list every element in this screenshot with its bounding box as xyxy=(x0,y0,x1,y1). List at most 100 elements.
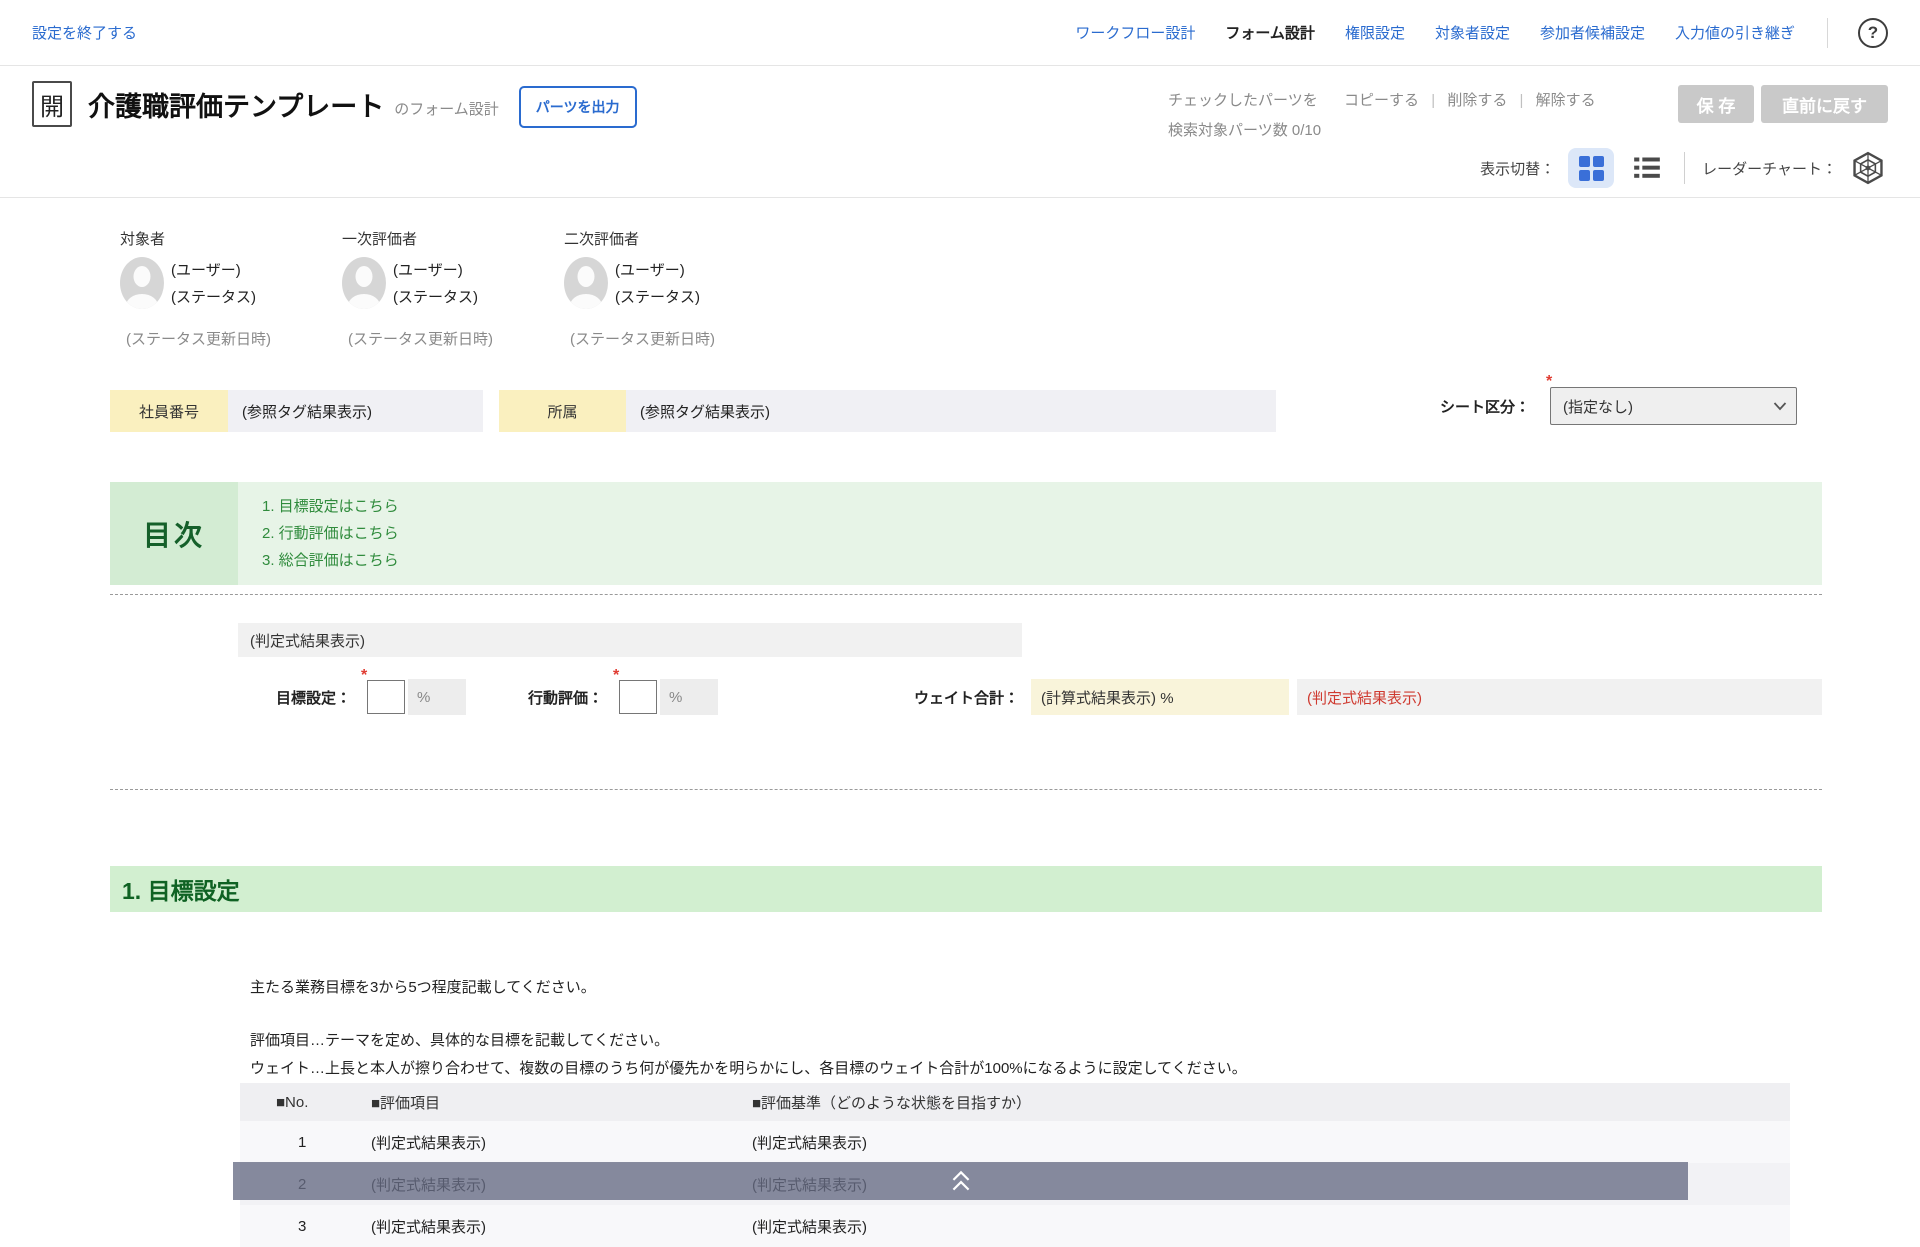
divider xyxy=(1827,18,1828,48)
help-icon[interactable]: ? xyxy=(1858,18,1888,48)
table-row: 3 (判定式結果表示) (判定式結果表示) xyxy=(240,1205,1790,1247)
guideline-line1: 評価項目…テーマを定め、具体的な目標を記載してください。 xyxy=(250,1032,669,1049)
divider xyxy=(1684,152,1685,184)
checked-parts-actions: チェックしたパーツを コピーする | 削除する | 解除する xyxy=(1168,86,1596,116)
weight-summary-row: 目標設定： * % 行動評価： * % ウェイト合計： (計算式結果表示) % … xyxy=(276,675,1822,719)
goal-setting-label: 目標設定： xyxy=(276,687,351,708)
top-bar: 設定を終了する ワークフロー設計 フォーム設計 権限設定 対象者設定 参加者候補… xyxy=(0,0,1920,66)
participant-role: 二次評価者 xyxy=(564,228,786,249)
toc-links: 1. 目標設定はこちら 2. 行動評価はこちら 3. 総合評価はこちら xyxy=(238,482,1822,585)
checked-parts-block: チェックしたパーツを コピーする | 削除する | 解除する 検索対象パーツ数 … xyxy=(1168,86,1596,146)
toc-link-goal-setting[interactable]: 1. 目標設定はこちら xyxy=(262,493,1798,520)
page-title: 介護職評価テンプレート xyxy=(88,85,384,124)
weight-check-display: (判定式結果表示) xyxy=(1297,679,1822,715)
participant-first-evaluator: 一次評価者 (ユーザー) (ステータス) (ステータス更新日時) xyxy=(342,228,564,349)
view-options-row: 表示切替： レーダーチャート： xyxy=(1480,148,1886,188)
formula-result-display: (判定式結果表示) xyxy=(238,623,1022,657)
sheet-type-group: シート区分： * (指定なし) xyxy=(1440,387,1797,425)
participant-status: (ステータス) xyxy=(615,284,700,311)
row-criteria: (判定式結果表示) xyxy=(752,1132,1790,1153)
participant-target: 対象者 (ユーザー) (ステータス) (ステータス更新日時) xyxy=(120,228,342,349)
col-header-item: ■評価項目 xyxy=(371,1092,752,1113)
participant-second-evaluator: 二次評価者 (ユーザー) (ステータス) (ステータス更新日時) xyxy=(564,228,786,349)
sheet-type-label: シート区分： xyxy=(1440,396,1530,417)
page-subtitle: のフォーム設計 xyxy=(394,98,499,119)
chevron-down-icon xyxy=(1773,401,1787,411)
participant-user: (ユーザー) xyxy=(393,257,478,284)
list-view-button[interactable] xyxy=(1627,148,1667,188)
sheet-type-selected-value: (指定なし) xyxy=(1563,396,1633,417)
copy-parts-link[interactable]: コピーする xyxy=(1344,92,1419,109)
department-label: 所属 xyxy=(499,390,626,432)
reference-fields-row: 社員番号 (参照タグ結果表示) 所属 (参照タグ結果表示) シート区分： * (… xyxy=(110,390,1920,432)
participant-status: (ステータス) xyxy=(393,284,478,311)
goal-setting-percent-input[interactable] xyxy=(367,680,405,714)
radar-chart-label: レーダーチャート： xyxy=(1702,158,1837,179)
section1-guidelines: 評価項目…テーマを定め、具体的な目標を記載してください。 ウェイト…上長と本人が… xyxy=(250,1027,1920,1083)
form-design-toolbar: 開 介護職評価テンプレート のフォーム設計 パーツを出力 チェックしたパーツを … xyxy=(0,66,1920,198)
header-buttons: 保 存 直前に戻す xyxy=(1678,85,1888,123)
col-header-no: ■No. xyxy=(240,1094,371,1111)
employee-no-label: 社員番号 xyxy=(110,390,228,432)
revert-button[interactable]: 直前に戻す xyxy=(1761,85,1888,123)
participant-role: 一次評価者 xyxy=(342,228,564,249)
title-group: 開 介護職評価テンプレート のフォーム設計 パーツを出力 xyxy=(32,66,1888,128)
col-header-criteria: ■評価基準（どのような状態を目指すか） xyxy=(752,1092,1790,1113)
sheet-type-select[interactable]: (指定なし) xyxy=(1550,387,1797,425)
search-parts-count: 検索対象パーツ数 0/10 xyxy=(1168,116,1596,146)
bottom-overlay-bar xyxy=(233,1162,1688,1200)
nav-form-design[interactable]: フォーム設計 xyxy=(1225,22,1315,43)
view-toggle-label: 表示切替： xyxy=(1480,158,1555,179)
behavior-eval-label: 行動評価： xyxy=(528,687,603,708)
exit-settings-link[interactable]: 設定を終了する xyxy=(32,22,137,43)
toc-section: 目次 1. 目標設定はこちら 2. 行動評価はこちら 3. 総合評価はこちら xyxy=(110,482,1822,585)
avatar-icon xyxy=(342,257,386,309)
goal-table-header: ■No. ■評価項目 ■評価基準（どのような状態を目指すか） xyxy=(240,1083,1790,1121)
employee-no-value: (参照タグ結果表示) xyxy=(228,390,483,432)
weight-total-label: ウェイト合計： xyxy=(914,687,1019,708)
section1-intro: 主たる業務目標を3から5つ程度記載してください。 xyxy=(250,976,1920,997)
dashed-divider xyxy=(110,789,1822,790)
save-button[interactable]: 保 存 xyxy=(1678,85,1754,123)
participant-user: (ユーザー) xyxy=(171,257,256,284)
participants-row: 対象者 (ユーザー) (ステータス) (ステータス更新日時) 一次評価者 (ユー… xyxy=(120,228,1920,349)
export-parts-button[interactable]: パーツを出力 xyxy=(519,86,637,128)
nav-workflow-design[interactable]: ワークフロー設計 xyxy=(1075,22,1195,43)
nav-permission-settings[interactable]: 権限設定 xyxy=(1345,22,1405,43)
required-asterisk-icon: * xyxy=(361,667,367,685)
nav-participant-candidate-settings[interactable]: 参加者候補設定 xyxy=(1540,22,1645,43)
participant-status-updated: (ステータス更新日時) xyxy=(342,328,564,349)
status-badge-open: 開 xyxy=(32,81,72,127)
dashed-divider xyxy=(110,594,1822,595)
nav-input-carryover[interactable]: 入力値の引き継ぎ xyxy=(1675,22,1795,43)
list-icon xyxy=(1633,155,1661,181)
department-value: (参照タグ結果表示) xyxy=(626,390,1276,432)
section1-heading: 1. 目標設定 xyxy=(110,866,1822,912)
participant-user: (ユーザー) xyxy=(615,257,700,284)
grid-icon xyxy=(1579,156,1604,181)
release-parts-link[interactable]: 解除する xyxy=(1536,92,1596,109)
participant-status: (ステータス) xyxy=(171,284,256,311)
top-nav: ワークフロー設計 フォーム設計 権限設定 対象者設定 参加者候補設定 入力値の引… xyxy=(1075,18,1888,48)
delete-parts-link[interactable]: 削除する xyxy=(1447,92,1507,109)
guideline-line2: ウェイト…上長と本人が擦り合わせて、複数の目標のうち何が優先かを明らかにし、各目… xyxy=(250,1060,1247,1077)
behavior-eval-percent-input[interactable] xyxy=(619,680,657,714)
radar-chart-icon xyxy=(1851,151,1885,185)
grid-view-button[interactable] xyxy=(1568,148,1614,188)
row-item: (判定式結果表示) xyxy=(371,1132,752,1153)
weight-total-display: (計算式結果表示) % xyxy=(1031,679,1289,715)
toc-link-overall-eval[interactable]: 3. 総合評価はこちら xyxy=(262,547,1798,574)
divider: | xyxy=(1520,92,1524,109)
row-no: 1 xyxy=(240,1134,371,1151)
row-criteria: (判定式結果表示) xyxy=(752,1216,1790,1237)
radar-chart-button[interactable] xyxy=(1850,150,1886,186)
scroll-to-top-button[interactable] xyxy=(941,1164,981,1198)
participant-role: 対象者 xyxy=(120,228,342,249)
row-no: 3 xyxy=(240,1218,371,1235)
checked-parts-label: チェックしたパーツを xyxy=(1168,92,1318,109)
chevron-double-up-icon xyxy=(948,1169,974,1193)
nav-target-settings[interactable]: 対象者設定 xyxy=(1435,22,1510,43)
participant-status-updated: (ステータス更新日時) xyxy=(564,328,786,349)
toc-link-behavior-eval[interactable]: 2. 行動評価はこちら xyxy=(262,520,1798,547)
participant-status-updated: (ステータス更新日時) xyxy=(120,328,342,349)
